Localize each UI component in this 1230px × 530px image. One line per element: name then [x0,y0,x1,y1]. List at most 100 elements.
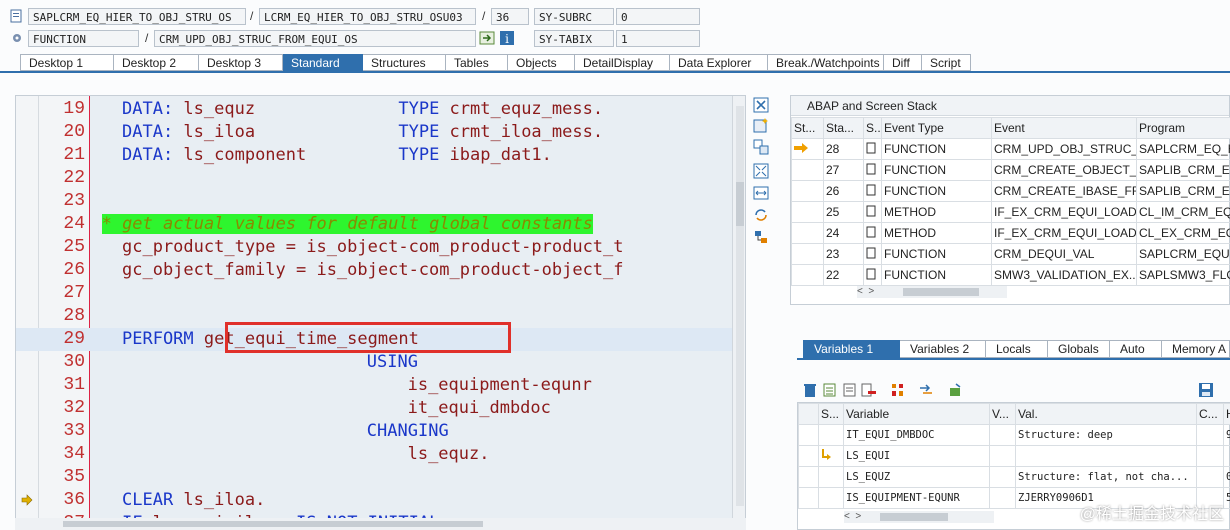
tab-auto[interactable]: Auto [1110,340,1162,358]
tab-standard[interactable]: Standard [283,54,363,71]
code-line[interactable]: 20 DATA: ls_iloa TYPE crmt_iloa_mess. [16,121,732,144]
transfer-icon[interactable] [918,382,934,398]
scroll-left-icon[interactable]: < [844,511,850,522]
tab-script[interactable]: Script [922,54,971,71]
code-line[interactable]: 32 it_equi_dmbdoc [16,397,732,420]
refresh-icon[interactable] [753,207,769,223]
tab-variables-2[interactable]: Variables 2 [900,340,986,358]
tab-data-explorer[interactable]: Data Explorer [670,54,768,71]
variable-value-cell[interactable]: Structure: flat, not cha... [1015,466,1197,488]
stack-row[interactable]: 23 FUNCTIONCRM_DEQUI_VALSAPLCRM_EQUIP [791,243,1230,265]
code-line[interactable]: 30 USING [16,351,732,374]
sort-icon[interactable] [890,382,906,398]
stack-row[interactable]: 27 FUNCTIONCRM_CREATE_OBJECT_F...SAPLIB_C… [791,159,1230,181]
editor-hscrollbar[interactable] [15,518,746,530]
variable-value-cell[interactable] [1015,445,1197,467]
delete-icon[interactable] [802,382,818,398]
scroll-right-icon[interactable]: > [868,286,874,297]
program-field[interactable]: SAPLCRM_EQ_HIER_TO_OBJ_STRU_OS [28,8,246,25]
code-line[interactable]: 21 DATA: ls_component TYPE ibap_dat1. [16,144,732,167]
tab-desktop-2[interactable]: Desktop 2 [114,54,199,71]
add-row-icon[interactable] [822,382,838,398]
layout-icon[interactable] [753,185,769,201]
stack-row[interactable]: 22 FUNCTION SMW3_VALIDATION_EX... SAPLSMW3_… [791,264,1230,286]
code-line[interactable]: 24 * get actual values for default global… [16,213,732,236]
row-selector-cell[interactable] [798,424,819,446]
code-line[interactable]: 27 [16,282,732,305]
source-editor[interactable]: 19 DATA: ls_equz TYPE crmt_equz_mess. 20 DA… [15,95,746,530]
hscroll-thumb[interactable] [63,521,483,527]
maximize-icon[interactable] [753,163,769,179]
variable-row[interactable]: LS_EQUZ Structure: flat, not cha... 0( [798,466,1230,488]
event-type-field[interactable]: FUNCTION [28,30,139,47]
info-icon[interactable]: i [499,30,515,46]
variable-name-cell[interactable]: IS_EQUIPMENT-EQUNR [843,487,990,509]
close-icon[interactable] [753,97,769,113]
variable-name-cell[interactable]: IT_EQUI_DMBDOC [843,424,990,446]
variables-column-header[interactable]: V... [989,403,1016,425]
code-line[interactable]: 25 gc_product_type = is_object-com_produc… [16,236,732,259]
variables-column-header[interactable]: S... [818,403,844,425]
subrc-value[interactable]: 0 [616,8,700,25]
row-selector-cell[interactable] [798,445,819,467]
variable-name-cell[interactable]: LS_EQUZ [843,466,990,488]
stack-row[interactable]: 24 METHOD IF_EX_CRM_EQUI_LOAD... CL_EX_CRM_… [791,222,1230,244]
tab-objects[interactable]: Objects [508,54,575,71]
code-line[interactable]: 35 [16,466,732,489]
copy-row-icon[interactable] [842,382,858,398]
scroll-right-icon[interactable]: > [855,511,861,522]
line-field[interactable]: 36 [491,8,529,25]
hscroll-thumb[interactable] [880,513,948,521]
stack-column-header[interactable]: Event [991,117,1137,139]
scroll-thumb[interactable] [736,182,744,226]
stack-row[interactable]: 26 FUNCTION CRM_CREATE_IBASE_FR... SAPLIB_C… [791,180,1230,202]
swap-tool-icon[interactable] [753,139,769,155]
tab-break-watchpoints[interactable]: Break./Watchpoints [768,54,884,71]
remove-row-icon[interactable] [860,382,876,398]
tab-diff[interactable]: Diff [884,54,922,71]
variable-name-cell[interactable]: LS_EQUI [843,445,990,467]
tab-variables-1[interactable]: Variables 1 [803,340,900,358]
export-icon[interactable] [948,382,964,398]
code-line[interactable]: 22 [16,167,732,190]
variables-hscrollbar[interactable]: < > [844,511,994,523]
row-selector-cell[interactable] [798,487,819,509]
code-line[interactable]: 19 DATA: ls_equz TYPE crmt_equz_mess. [16,98,732,121]
code-line[interactable]: 31 is_equipment-equnr [16,374,732,397]
tab-desktop-1[interactable]: Desktop 1 [20,54,114,71]
stack-column-header[interactable]: Sta... [823,117,864,139]
tab-detaildisplay[interactable]: DetailDisplay [575,54,670,71]
variables-column-header[interactable]: Variable [843,403,990,425]
save-icon[interactable] [1198,382,1214,398]
row-selector-cell[interactable] [798,466,819,488]
variables-column-header[interactable]: C... [1196,403,1224,425]
tab-globals[interactable]: Globals [1048,340,1110,358]
stack-column-header[interactable]: St... [791,117,824,139]
stack-hscrollbar[interactable]: < > [857,286,1007,298]
stack-column-header[interactable]: S... [863,117,882,139]
code-line[interactable]: 36 CLEAR ls_iloa. [16,489,732,512]
variables-column-header[interactable]: Val. [1015,403,1197,425]
stack-row[interactable]: 25 METHOD IF_EX_CRM_EQUI_LOAD... CL_IM_CRM_… [791,201,1230,223]
editor-vscrollbar[interactable] [732,96,745,529]
stack-column-header[interactable]: Event Type [881,117,992,139]
tab-desktop-3[interactable]: Desktop 3 [199,54,283,71]
tab-locals[interactable]: Locals [986,340,1048,358]
stack-row[interactable]: 28 FUNCTIONCRM_UPD_OBJ_STRUC_F...SAPLCRM_… [791,138,1230,160]
navigate-icon[interactable] [479,30,495,46]
tab-tables[interactable]: Tables [446,54,508,71]
stack-column-header[interactable]: Program [1136,117,1230,139]
tab-structures[interactable]: Structures [363,54,446,71]
tabix-value[interactable]: 1 [616,30,700,47]
hscroll-thumb[interactable] [903,288,979,296]
services-icon[interactable] [753,229,769,245]
variable-row[interactable]: IT_EQUI_DMBDOC Structure: deep 9. [798,424,1230,446]
tab-memory-a[interactable]: Memory A [1162,340,1230,358]
variable-row[interactable]: LS_EQUI [798,445,1230,467]
code-line[interactable]: 23 [16,190,732,213]
include-field[interactable]: LCRM_EQ_HIER_TO_OBJ_STRU_OSU03 [259,8,476,25]
code-line[interactable]: 33 CHANGING [16,420,732,443]
code-line[interactable]: 26 gc_object_family = is_object-com_produ… [16,259,732,282]
new-tool-icon[interactable] [753,117,769,133]
scroll-left-icon[interactable]: < [857,286,863,297]
